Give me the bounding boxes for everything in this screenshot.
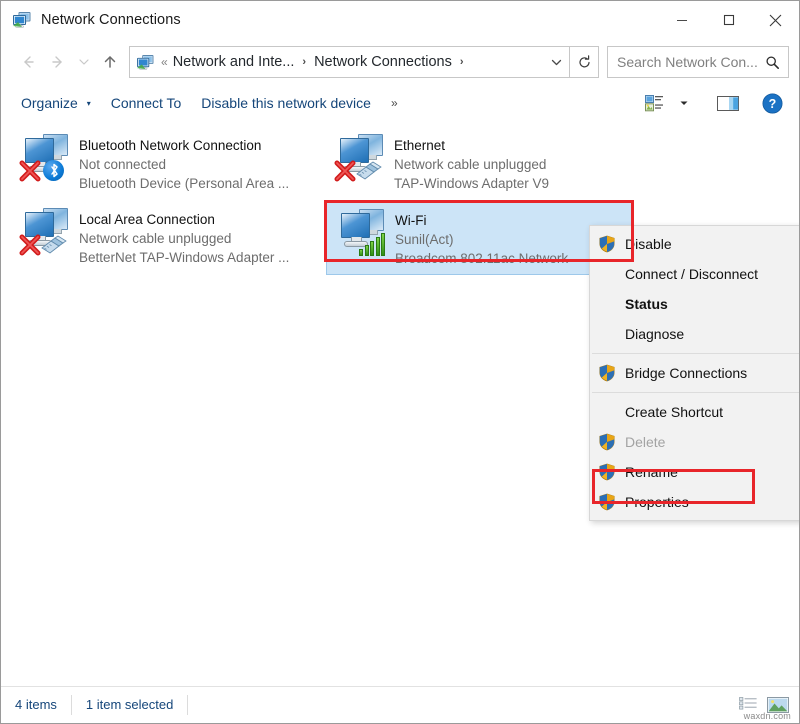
disable-network-device-button[interactable]: Disable this network device — [191, 89, 381, 117]
recent-locations-button[interactable] — [73, 47, 95, 77]
list-item-selected[interactable]: Wi-Fi Sunil(Act) Broadcom 802.11ac Netwo… — [326, 201, 633, 275]
forward-button[interactable] — [43, 47, 73, 77]
breadcrumb-item-network-connections[interactable]: Network Connections — [314, 54, 452, 70]
connection-device: TAP-Windows Adapter V9 — [394, 174, 549, 193]
context-menu-label: Delete — [625, 435, 665, 449]
context-menu-item-diagnose[interactable]: Diagnose — [590, 319, 800, 349]
status-bar: 4 items 1 item selected — [1, 686, 799, 723]
shield-icon — [598, 433, 616, 451]
chevron-right-icon[interactable]: › — [302, 56, 306, 68]
view-dropdown-caret[interactable] — [669, 89, 699, 117]
status-divider — [187, 695, 188, 715]
bluetooth-icon — [43, 160, 64, 181]
shield-icon — [598, 364, 616, 382]
connection-status: Network cable unplugged — [79, 229, 289, 248]
connection-name: Local Area Connection — [79, 210, 289, 229]
disable-network-device-label: Disable this network device — [201, 95, 371, 111]
menu-separator — [592, 392, 800, 393]
status-item-count: 4 items — [1, 695, 71, 715]
connection-name: Wi-Fi — [395, 211, 568, 230]
context-menu-item-status[interactable]: Status — [590, 289, 800, 319]
connect-to-label: Connect To — [111, 95, 182, 111]
context-menu: Disable Connect / Disconnect Status Diag… — [589, 225, 800, 521]
organize-label: Organize — [21, 95, 78, 111]
shield-icon — [598, 235, 616, 253]
context-menu-item-create-shortcut[interactable]: Create Shortcut — [590, 397, 800, 427]
maximize-button[interactable] — [705, 1, 752, 39]
connection-device: Bluetooth Device (Personal Area ... — [79, 174, 289, 193]
address-location-icon — [137, 55, 154, 70]
address-dropdown-icon[interactable] — [543, 47, 569, 77]
context-menu-item-rename[interactable]: Rename — [590, 457, 800, 487]
error-x-icon — [19, 234, 41, 256]
context-menu-item-bridge-connections[interactable]: Bridge Connections — [590, 358, 800, 388]
back-button[interactable] — [13, 47, 43, 77]
command-bar-overflow-button[interactable]: » — [381, 96, 407, 110]
organize-button[interactable]: Organize ▾ — [11, 89, 101, 117]
search-icon[interactable] — [765, 55, 780, 70]
context-menu-label: Create Shortcut — [625, 405, 723, 419]
network-adapter-icon — [19, 133, 73, 185]
title-bar: Network Connections — [1, 1, 799, 39]
connection-device: Broadcom 802.11ac Network — [395, 249, 568, 268]
connection-status: Not connected — [79, 155, 289, 174]
network-connections-window: Network Connections — [0, 0, 800, 724]
connection-status: Network cable unplugged — [394, 155, 549, 174]
minimize-button[interactable] — [658, 1, 705, 39]
context-menu-label: Rename — [625, 465, 678, 479]
refresh-button[interactable] — [570, 46, 599, 78]
close-button[interactable] — [752, 1, 799, 39]
connection-status: Sunil(Act) — [395, 230, 568, 249]
preview-pane-icon[interactable] — [713, 89, 743, 117]
list-item[interactable]: Local Area Connection Network cable unpl… — [11, 201, 301, 273]
chevron-down-icon: ▾ — [87, 99, 91, 108]
network-connections-icon — [13, 12, 31, 28]
up-button[interactable] — [95, 47, 125, 77]
search-placeholder: Search Network Con... — [617, 54, 758, 70]
network-adapter-icon — [19, 207, 73, 259]
ethernet-plug-icon — [39, 235, 67, 255]
context-menu-label: Disable — [625, 237, 672, 251]
search-input[interactable]: Search Network Con... — [607, 46, 789, 78]
error-x-icon — [334, 160, 356, 182]
shield-icon — [598, 463, 616, 481]
context-menu-label: Diagnose — [625, 327, 684, 341]
svg-text:?: ? — [768, 97, 776, 111]
status-selection-info: 1 item selected — [71, 695, 187, 715]
connection-name: Bluetooth Network Connection — [79, 136, 289, 155]
context-menu-label: Bridge Connections — [625, 366, 747, 380]
list-item[interactable]: Ethernet Network cable unplugged TAP-Win… — [326, 127, 596, 199]
context-menu-item-connect-disconnect[interactable]: Connect / Disconnect — [590, 259, 800, 289]
watermark-text: waxdn.com — [744, 711, 791, 721]
ethernet-plug-icon — [354, 161, 382, 181]
list-item[interactable]: Bluetooth Network Connection Not connect… — [11, 127, 301, 199]
network-adapter-icon — [334, 133, 388, 185]
context-menu-item-properties[interactable]: Properties — [590, 487, 800, 517]
connect-to-button[interactable]: Connect To — [101, 89, 192, 117]
shield-icon — [598, 493, 616, 511]
context-menu-label: Properties — [625, 495, 689, 509]
breadcrumb-item-network-and-internet[interactable]: Network and Inte... — [173, 54, 295, 70]
address-breadcrumb-bar[interactable]: « Network and Inte... › Network Connecti… — [129, 46, 570, 78]
network-adapter-icon — [335, 208, 389, 260]
context-menu-label: Status — [625, 297, 668, 311]
command-bar-right-group: ? — [639, 89, 787, 117]
window-title: Network Connections — [41, 12, 181, 28]
wifi-signal-icon — [359, 232, 385, 256]
address-bar-row: « Network and Inte... › Network Connecti… — [1, 39, 799, 85]
change-view-icon[interactable] — [639, 89, 669, 117]
help-icon[interactable]: ? — [757, 89, 787, 117]
context-menu-item-disable[interactable]: Disable — [590, 229, 800, 259]
breadcrumb-overflow[interactable]: « — [161, 55, 168, 69]
connection-name: Ethernet — [394, 136, 549, 155]
connection-device: BetterNet TAP-Windows Adapter ... — [79, 248, 289, 267]
error-x-icon — [19, 160, 41, 182]
context-menu-label: Connect / Disconnect — [625, 267, 758, 281]
context-menu-item-delete: Delete — [590, 427, 800, 457]
chevron-right-icon[interactable]: › — [460, 56, 464, 68]
command-bar: Organize ▾ Connect To Disable this netwo… — [1, 85, 799, 122]
menu-separator — [592, 353, 800, 354]
window-controls — [658, 1, 799, 39]
